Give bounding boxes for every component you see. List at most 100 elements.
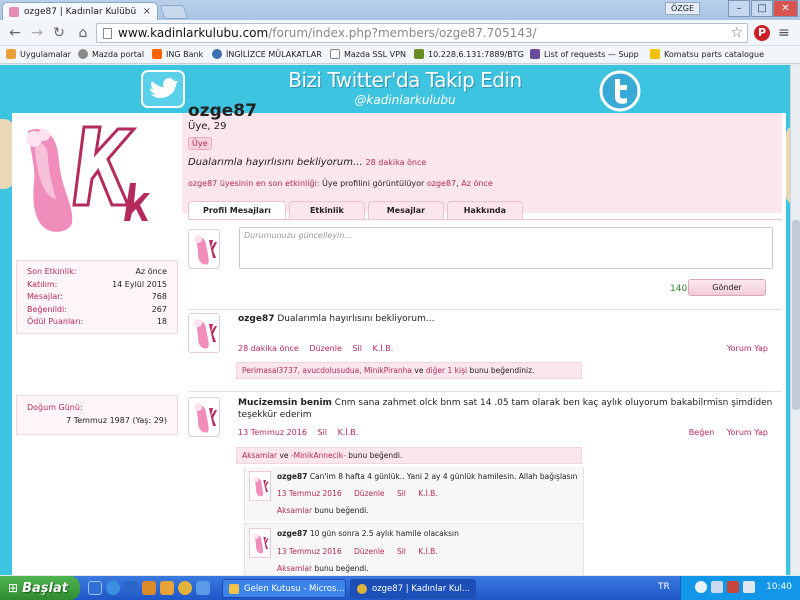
tab-activity[interactable]: Etkinlik <box>288 201 365 219</box>
likes-suffix: bunu beğendiniz. <box>469 366 535 375</box>
bookmark-item[interactable]: Mazda SSL VPN <box>330 49 406 59</box>
edit-link[interactable]: Düzenle <box>354 547 385 556</box>
taskbar-item-outlook[interactable]: Gelen Kutusu - Micros... <box>222 579 346 598</box>
browser-toolbar: ← → ↻ ⌂ www.kadinlarkulubu.com/forum/ind… <box>0 20 800 46</box>
bookmark-item[interactable]: Uygulamalar <box>6 49 71 59</box>
likes-more[interactable]: -MinikAnnecik- <box>291 451 346 460</box>
bookmark-item[interactable]: Komatsu parts catalogue <box>650 49 764 59</box>
bookmark-item[interactable]: List of requests — Supp <box>530 49 639 59</box>
comment-author[interactable]: ozge87 <box>277 472 307 481</box>
report-link[interactable]: K.İ.B. <box>418 547 437 556</box>
home-icon[interactable]: ⌂ <box>74 24 92 42</box>
outlook-icon[interactable] <box>124 581 138 595</box>
site-logo[interactable] <box>16 113 172 239</box>
tab-close-icon[interactable]: × <box>143 6 151 17</box>
start-button[interactable]: ⊞ Başlat <box>0 576 80 600</box>
divider <box>188 391 782 392</box>
web-page: Bizi Twitter'da Takip Edin @kadinlarkulu… <box>0 65 800 575</box>
back-arrow-icon[interactable]: ← <box>6 24 24 42</box>
post-author[interactable]: ozge87 <box>238 314 275 324</box>
twitter-banner[interactable]: Bizi Twitter'da Takip Edin @kadinlarkulu… <box>0 65 800 115</box>
tab-messages[interactable]: Mesajlar <box>367 201 444 219</box>
avatar[interactable] <box>188 229 220 269</box>
page-scrollbar[interactable] <box>790 65 800 575</box>
bookmark-item[interactable]: ING Bank <box>152 49 203 59</box>
url-path: /forum/index.php?members/ozge87.705143/ <box>268 26 537 40</box>
post-meta: 28 dakika önce Düzenle Sil K.İ.B. <box>238 344 401 353</box>
bookmark-item[interactable]: Mazda portal <box>78 49 144 59</box>
address-bar[interactable]: www.kadinlarkulubu.com/forum/index.php?m… <box>96 23 748 43</box>
post-comment: ozge87 10 gün sonra 2.5 aylık hamile ola… <box>244 523 584 575</box>
activity-user-link[interactable]: ozge87 <box>427 179 456 188</box>
stat-label[interactable]: Ödül Puanları: <box>27 316 83 329</box>
browser-menu-icon[interactable]: ≡ <box>778 26 790 40</box>
post-time[interactable]: 28 dakika önce <box>238 344 299 353</box>
post-meta: 13 Temmuz 2016 Sil K.İ.B. <box>238 428 366 437</box>
comment-text: Can'im 8 hafta 4 günlük.. Yani 2 ay 4 gü… <box>309 472 578 481</box>
delete-link[interactable]: Sil <box>397 547 406 556</box>
maximize-button[interactable]: □ <box>751 0 773 17</box>
avatar[interactable] <box>249 471 271 501</box>
comment-link[interactable]: Yorum Yap <box>727 344 768 353</box>
bookmark-star-icon[interactable]: ☆ <box>730 25 743 41</box>
stat-label[interactable]: Beğenildi: <box>27 304 67 317</box>
report-link[interactable]: K.İ.B. <box>373 344 394 353</box>
quicklaunch-more-icon[interactable] <box>196 581 210 595</box>
language-indicator[interactable]: TR <box>658 582 670 592</box>
edit-link[interactable]: Düzenle <box>354 489 385 498</box>
show-desktop-icon[interactable] <box>88 581 102 595</box>
comment-link[interactable]: Yorum Yap <box>727 428 768 437</box>
bookmark-label: Mazda SSL VPN <box>344 49 406 59</box>
post-body: Mucizemsin benim Cnm sana zahmet olck bn… <box>238 397 778 421</box>
antivirus-icon[interactable] <box>727 581 739 593</box>
likes-more[interactable]: diğer 1 kişi <box>426 366 467 375</box>
likes-names[interactable]: Perimasal3737, avucdolusudua, MinikPiran… <box>242 366 412 375</box>
avatar[interactable] <box>188 397 220 437</box>
edit-link[interactable]: Düzenle <box>309 344 342 353</box>
post-author[interactable]: Mucizemsin benim <box>238 398 332 408</box>
bookmark-item[interactable]: İNGİLİZCE MÜLAKATLAR <box>212 49 322 59</box>
avatar[interactable] <box>249 528 271 558</box>
comment-like-user[interactable]: Aksamlar <box>277 506 312 515</box>
tab-about[interactable]: Hakkında <box>446 201 523 219</box>
report-link[interactable]: K.İ.B. <box>338 428 359 437</box>
stat-label[interactable]: Mesajlar: <box>27 291 63 304</box>
twitter-t-icon <box>598 69 642 116</box>
post-time[interactable]: 13 Temmuz 2016 <box>238 428 307 437</box>
close-window-button[interactable]: ✕ <box>773 0 798 17</box>
tab-profile-messages[interactable]: Profil Mesajları <box>188 201 286 219</box>
report-link[interactable]: K.İ.B. <box>418 489 437 498</box>
comment-time[interactable]: 13 Temmuz 2016 <box>277 547 342 556</box>
bookmark-item[interactable]: 10.228.6.131:7889/BTG <box>414 49 524 59</box>
browser-user-badge[interactable]: ÖZGE <box>664 2 700 15</box>
firefox-icon[interactable] <box>160 581 174 595</box>
reload-icon[interactable]: ↻ <box>50 24 68 42</box>
bookmark-label: ING Bank <box>166 49 204 59</box>
comment-time[interactable]: 13 Temmuz 2016 <box>277 489 342 498</box>
comment-author[interactable]: ozge87 <box>277 529 307 538</box>
delete-link[interactable]: Sil <box>317 428 327 437</box>
forward-arrow-icon[interactable]: → <box>28 24 46 42</box>
folder-icon[interactable] <box>142 581 156 595</box>
taskbar-item-chrome[interactable]: ozge87 | Kadınlar Kul... <box>350 579 476 598</box>
internet-explorer-icon[interactable] <box>106 581 120 595</box>
chrome-icon[interactable] <box>178 581 192 595</box>
delete-link[interactable]: Sil <box>397 489 406 498</box>
status-update-input[interactable]: Durumunuzu güncelleyin... <box>239 227 773 269</box>
likes-names[interactable]: Aksamlar <box>242 451 277 460</box>
comment-like-user[interactable]: Aksamlar <box>277 564 312 573</box>
like-link[interactable]: Beğen <box>689 428 714 437</box>
delete-link[interactable]: Sil <box>352 344 362 353</box>
skype-icon[interactable] <box>695 581 707 593</box>
pinterest-icon[interactable]: P <box>754 25 770 41</box>
browser-tab[interactable]: ozge87 | Kadınlar Kulübü × <box>2 2 158 20</box>
avatar[interactable] <box>188 313 220 353</box>
network-icon[interactable] <box>711 581 723 593</box>
send-button[interactable]: Gönder <box>688 279 766 296</box>
post-body: ozge87 Dualarımla hayırlısını bekliyorum… <box>238 313 778 325</box>
status-time[interactable]: 28 dakika önce <box>366 158 427 167</box>
new-tab-button[interactable] <box>159 5 189 19</box>
volume-icon[interactable] <box>743 581 755 593</box>
scrollbar-thumb[interactable] <box>792 220 800 410</box>
minimize-button[interactable]: – <box>728 0 750 17</box>
